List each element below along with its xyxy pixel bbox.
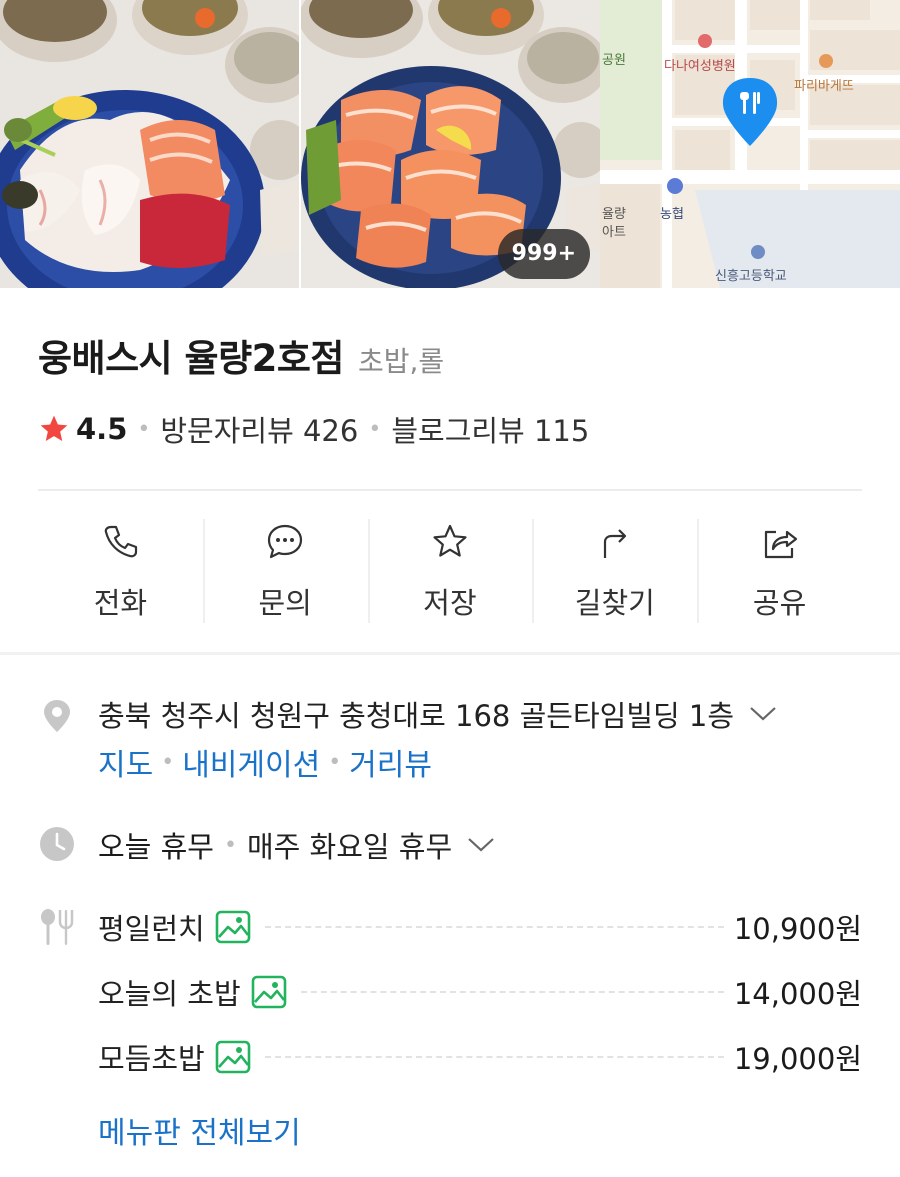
chevron-down-icon[interactable] xyxy=(466,835,496,855)
hours-detail: 매주 화요일 휴무 xyxy=(246,830,453,864)
photo-icon xyxy=(215,910,251,944)
rating-row: 4.5 • 방문자리뷰 426 • 블로그리뷰 115 xyxy=(38,408,589,450)
separator-dot: • xyxy=(137,416,151,442)
photo-count-badge[interactable]: 999+ xyxy=(497,229,590,279)
map-label-apt2: 아트 xyxy=(602,225,626,240)
menu-item-name: 모듬초밥 xyxy=(98,1042,205,1076)
photo-icon xyxy=(251,975,286,1009)
menu-leader-line xyxy=(264,1056,724,1058)
menu-item-name: 평일런치 xyxy=(98,912,205,946)
map-label-apt: 율량 xyxy=(602,207,626,222)
star-outline-icon xyxy=(433,524,467,557)
menu-item[interactable]: 모듬초밥 19,000원 xyxy=(98,1035,862,1079)
separator-dot: • xyxy=(161,749,175,775)
food-photo-2[interactable]: 999+ xyxy=(301,0,600,288)
separator-dot: • xyxy=(223,832,237,858)
photo-strip: 999+ 공원 다나여성병원 파리바게뜨 농협 율량 아트 신흥고등학교 xyxy=(0,0,900,288)
chevron-down-icon[interactable] xyxy=(748,704,778,724)
place-name: 웅배스시 율량2호점 xyxy=(38,337,344,380)
share-icon xyxy=(764,530,797,559)
inquiry-label: 문의 xyxy=(258,586,312,620)
hours-row[interactable]: 오늘 휴무 • 매주 화요일 휴무 xyxy=(98,824,496,866)
call-button[interactable]: 전화 xyxy=(38,517,203,625)
rating-value: 4.5 xyxy=(76,412,128,446)
rating-star-icon xyxy=(40,415,68,441)
share-label: 공유 xyxy=(752,586,807,620)
menu-item-price: 19,000원 xyxy=(733,1042,862,1076)
save-button[interactable]: 저장 xyxy=(367,517,533,625)
map-label-hospital: 다나여성병원 xyxy=(664,59,736,74)
address-row[interactable]: 충북 청주시 청원구 충청대로 168 골든타임빌딩 1층 xyxy=(98,693,778,735)
inquiry-button[interactable]: 문의 xyxy=(202,517,368,625)
map-label-bakery: 파리바게뜨 xyxy=(794,79,854,94)
call-label: 전화 xyxy=(93,586,148,620)
separator-dot: • xyxy=(368,416,382,442)
directions-icon xyxy=(603,529,626,558)
map-label-park: 공원 xyxy=(602,53,626,68)
address-links: 지도 • 내비게이션 • 거리뷰 xyxy=(98,740,432,784)
directions-button[interactable]: 길찾기 xyxy=(532,517,697,625)
menu-leader-line xyxy=(264,926,724,928)
menu-item-price: 14,000원 xyxy=(733,977,862,1011)
location-pin-icon xyxy=(44,700,70,732)
map-label-school: 신흥고등학교 xyxy=(715,269,787,284)
separator-dot: • xyxy=(328,749,342,775)
menu-item[interactable]: 오늘의 초밥 14,000원 xyxy=(98,970,862,1014)
photo-icon xyxy=(215,1040,251,1074)
menu-item-name: 오늘의 초밥 xyxy=(98,977,241,1011)
food-photo-1[interactable] xyxy=(0,0,299,288)
hours-status: 오늘 휴무 xyxy=(98,830,214,864)
divider xyxy=(38,489,862,491)
navigation-link[interactable]: 내비게이션 xyxy=(182,740,320,784)
save-label: 저장 xyxy=(423,586,477,620)
street-view-link[interactable]: 거리뷰 xyxy=(349,740,432,784)
map-thumbnail[interactable]: 공원 다나여성병원 파리바게뜨 농협 율량 아트 신흥고등학교 xyxy=(600,0,900,288)
blog-reviews-link[interactable]: 블로그리뷰 115 xyxy=(391,408,589,450)
menu-leader-line xyxy=(300,991,724,993)
phone-icon xyxy=(105,525,138,558)
menu-cutlery-icon xyxy=(41,909,74,945)
place-category: 초밥,롤 xyxy=(357,345,445,378)
menu-item[interactable]: 평일런치 10,900원 xyxy=(98,905,862,949)
share-button[interactable]: 공유 xyxy=(697,517,862,625)
menu-item-price: 10,900원 xyxy=(733,912,862,946)
action-bar: 전화 문의 저장 길찾기 공유 xyxy=(38,517,862,625)
view-full-menu-link[interactable]: 메뉴판 전체보기 xyxy=(98,1108,301,1152)
visitor-reviews-link[interactable]: 방문자리뷰 426 xyxy=(160,408,358,450)
chat-icon xyxy=(268,524,303,559)
map-link[interactable]: 지도 xyxy=(98,740,153,784)
address-text: 충북 청주시 청원구 충청대로 168 골든타임빌딩 1층 xyxy=(98,699,735,733)
section-divider xyxy=(0,652,900,655)
clock-icon xyxy=(40,827,74,861)
directions-label: 길찾기 xyxy=(574,586,655,620)
map-label-bank: 농협 xyxy=(660,207,684,222)
place-title-row: 웅배스시 율량2호점 초밥,롤 xyxy=(38,328,444,382)
